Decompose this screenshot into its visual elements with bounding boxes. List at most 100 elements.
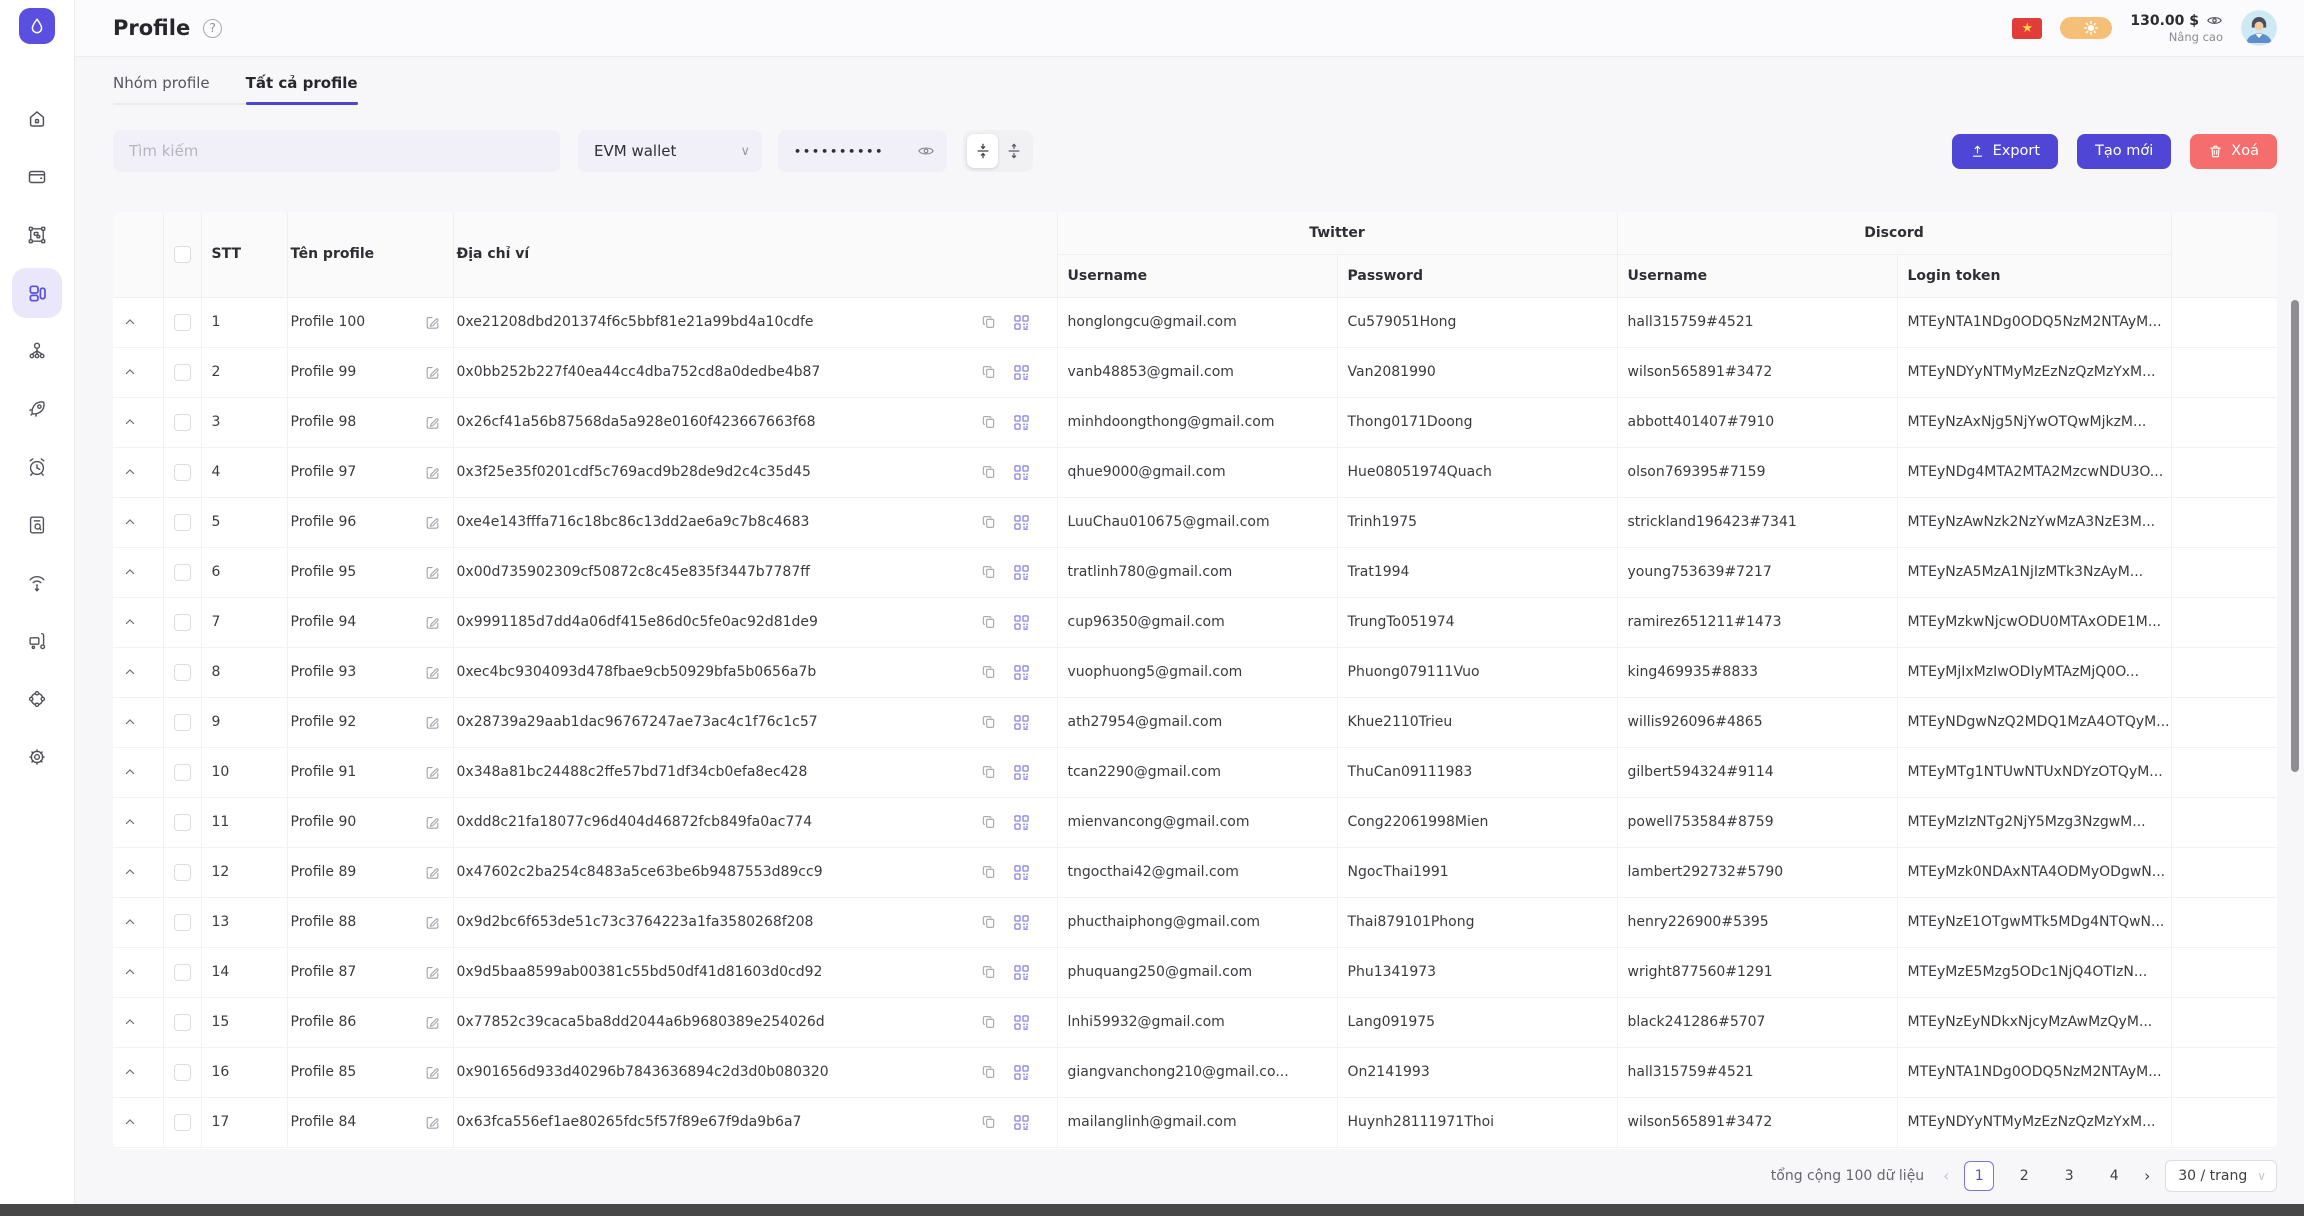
edit-profile-icon[interactable] [424,514,441,531]
qr-code-icon[interactable] [1014,815,1029,830]
search-input[interactable] [113,130,560,172]
sidebar-item-automation[interactable] [12,670,62,728]
row-checkbox[interactable] [174,814,191,831]
edit-profile-icon[interactable] [424,964,441,981]
theme-toggle[interactable] [2060,17,2112,39]
page-button[interactable]: 2 [2009,1161,2039,1191]
sidebar-item-network[interactable] [12,322,62,380]
export-button[interactable]: Export [1952,134,2058,169]
eye-icon[interactable] [2206,12,2223,29]
copy-address-icon[interactable] [981,514,997,530]
row-collapse-chevron[interactable] [123,615,163,629]
password-eye-icon[interactable] [917,142,935,160]
edit-profile-icon[interactable] [424,614,441,631]
copy-address-icon[interactable] [981,964,997,980]
row-checkbox[interactable] [174,414,191,431]
copy-address-icon[interactable] [981,1114,997,1130]
row-checkbox[interactable] [174,464,191,481]
copy-address-icon[interactable] [981,714,997,730]
password-field[interactable]: •••••••••• [778,130,947,172]
page-size-select[interactable]: 30 / trang ∨ [2165,1160,2277,1192]
expand-rows-button[interactable] [998,134,1029,168]
qr-code-icon[interactable] [1014,1015,1029,1030]
edit-profile-icon[interactable] [424,364,441,381]
row-collapse-chevron[interactable] [123,565,163,579]
row-checkbox[interactable] [174,714,191,731]
qr-code-icon[interactable] [1014,1115,1029,1130]
row-checkbox[interactable] [174,364,191,381]
row-collapse-chevron[interactable] [123,465,163,479]
row-checkbox[interactable] [174,664,191,681]
sidebar-item-settings[interactable] [12,728,62,786]
copy-address-icon[interactable] [981,764,997,780]
row-collapse-chevron[interactable] [123,915,163,929]
delete-button[interactable]: Xoá [2190,134,2277,169]
sidebar-item-logs[interactable] [12,496,62,554]
select-all-checkbox[interactable] [174,246,191,263]
edit-profile-icon[interactable] [424,1064,441,1081]
row-collapse-chevron[interactable] [123,415,163,429]
sidebar-item-home[interactable] [12,90,62,148]
row-checkbox[interactable] [174,1064,191,1081]
balance-plan-label[interactable]: Nâng cao [2169,30,2223,44]
sidebar-item-schedule[interactable] [12,438,62,496]
sidebar-item-capture[interactable] [12,206,62,264]
copy-address-icon[interactable] [981,1014,997,1030]
edit-profile-icon[interactable] [424,664,441,681]
qr-code-icon[interactable] [1014,965,1029,980]
row-collapse-chevron[interactable] [123,1065,163,1079]
wallet-type-select[interactable]: EVM wallet ∨ [578,130,762,172]
next-page-icon[interactable]: › [2144,1167,2150,1185]
edit-profile-icon[interactable] [424,1114,441,1131]
row-collapse-chevron[interactable] [123,715,163,729]
table-scrollbar[interactable] [2291,300,2299,772]
edit-profile-icon[interactable] [424,714,441,731]
row-collapse-chevron[interactable] [123,965,163,979]
row-checkbox[interactable] [174,614,191,631]
copy-address-icon[interactable] [981,814,997,830]
page-button[interactable]: 1 [1964,1161,1994,1191]
row-collapse-chevron[interactable] [123,315,163,329]
row-checkbox[interactable] [174,564,191,581]
qr-code-icon[interactable] [1014,1065,1029,1080]
row-checkbox[interactable] [174,864,191,881]
row-checkbox[interactable] [174,764,191,781]
row-collapse-chevron[interactable] [123,815,163,829]
tab-profile-groups[interactable]: Nhóm profile [113,74,210,103]
copy-address-icon[interactable] [981,364,997,380]
copy-address-icon[interactable] [981,864,997,880]
copy-address-icon[interactable] [981,414,997,430]
tab-all-profiles[interactable]: Tất cả profile [246,74,358,103]
copy-address-icon[interactable] [981,564,997,580]
app-logo[interactable] [19,8,55,44]
qr-code-icon[interactable] [1014,415,1029,430]
qr-code-icon[interactable] [1014,315,1029,330]
edit-profile-icon[interactable] [424,414,441,431]
row-collapse-chevron[interactable] [123,865,163,879]
copy-address-icon[interactable] [981,614,997,630]
edit-profile-icon[interactable] [424,914,441,931]
edit-profile-icon[interactable] [424,864,441,881]
qr-code-icon[interactable] [1014,515,1029,530]
copy-address-icon[interactable] [981,1064,997,1080]
row-checkbox[interactable] [174,1014,191,1031]
page-button[interactable]: 3 [2054,1161,2084,1191]
page-button[interactable]: 4 [2099,1161,2129,1191]
row-checkbox[interactable] [174,964,191,981]
copy-address-icon[interactable] [981,914,997,930]
qr-code-icon[interactable] [1014,615,1029,630]
edit-profile-icon[interactable] [424,814,441,831]
copy-address-icon[interactable] [981,464,997,480]
create-new-button[interactable]: Tạo mới [2077,134,2171,169]
qr-code-icon[interactable] [1014,465,1029,480]
avatar[interactable] [2241,10,2277,46]
edit-profile-icon[interactable] [424,464,441,481]
edit-profile-icon[interactable] [424,314,441,331]
qr-code-icon[interactable] [1014,765,1029,780]
row-collapse-chevron[interactable] [123,365,163,379]
sidebar-item-profiles[interactable] [12,268,62,318]
qr-code-icon[interactable] [1014,565,1029,580]
copy-address-icon[interactable] [981,664,997,680]
edit-profile-icon[interactable] [424,564,441,581]
language-flag-icon[interactable]: ★ [2012,18,2042,39]
